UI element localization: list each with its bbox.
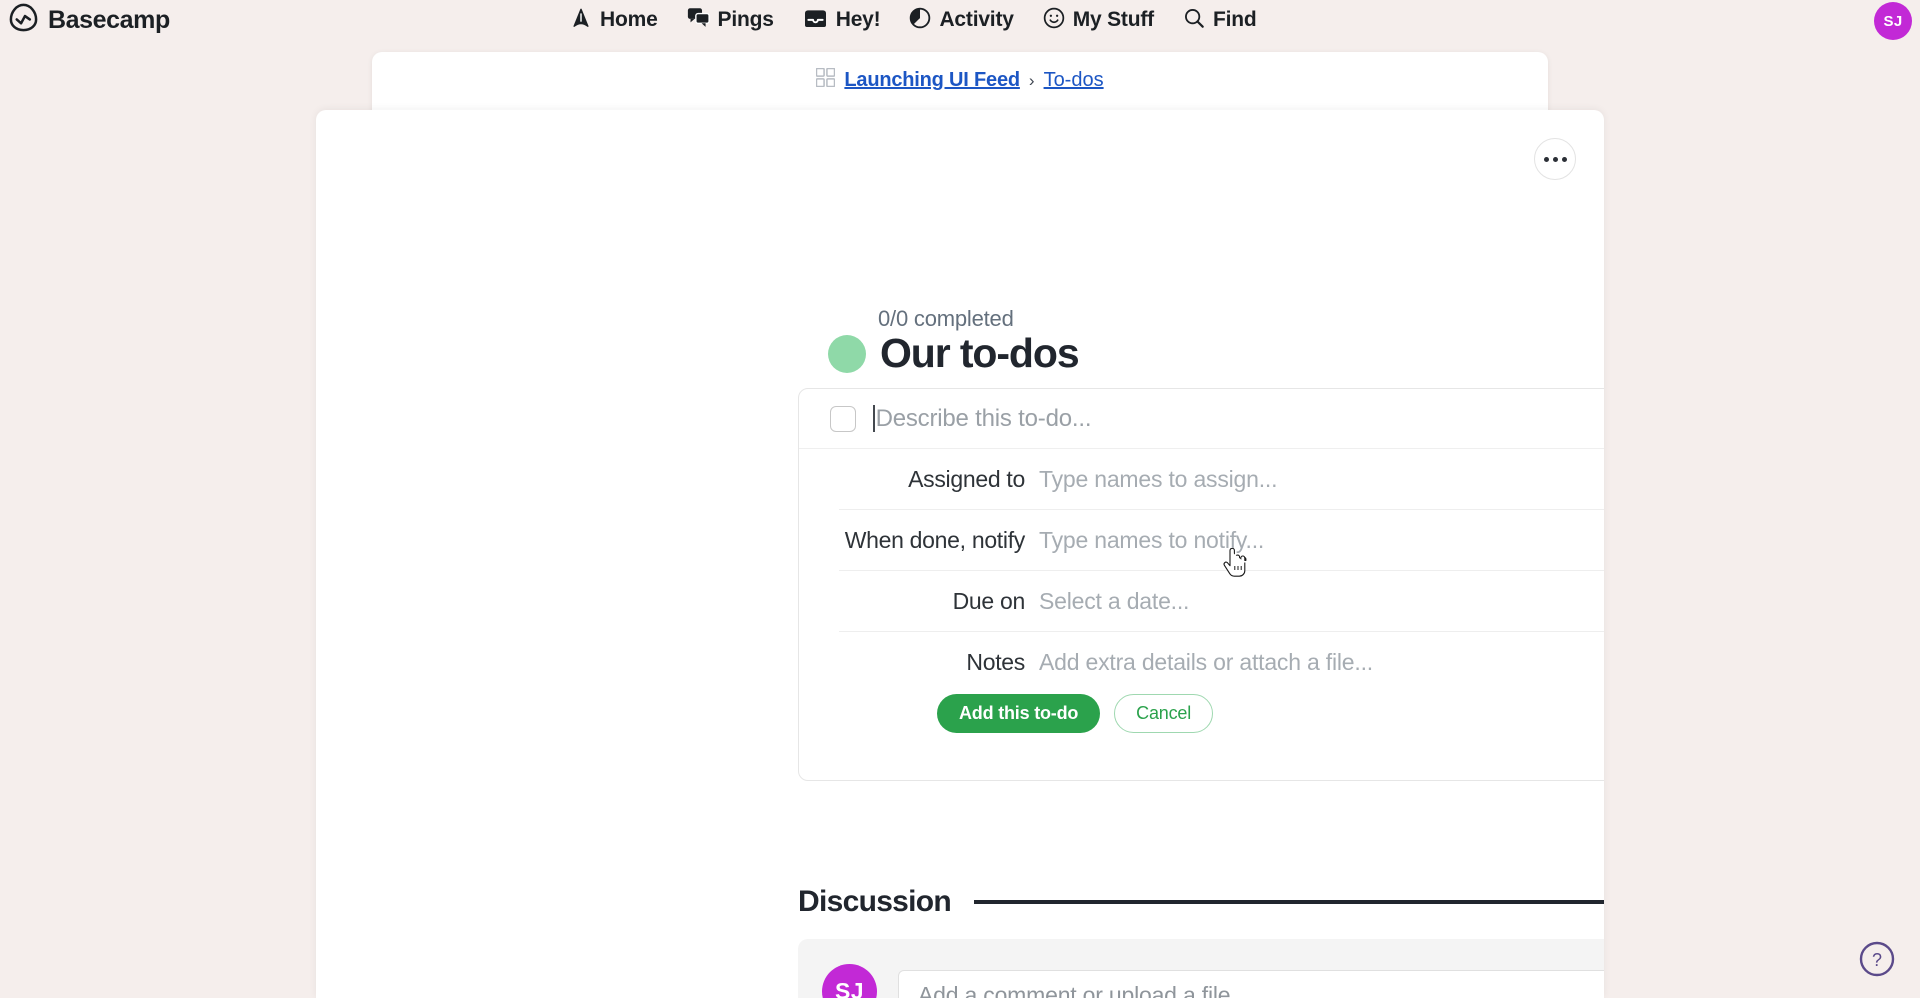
add-this-todo-button[interactable]: Add this to-do	[937, 694, 1101, 733]
todo-describe-row[interactable]: Describe this to-do...	[799, 389, 1604, 449]
nav-label-my-stuff: My Stuff	[1072, 8, 1154, 31]
smiley-face-icon	[1043, 7, 1065, 34]
todo-detail-card: 0/0 completed Our to-dos Describe this t…	[316, 110, 1604, 998]
nav-item-find[interactable]: Find	[1183, 0, 1257, 40]
todo-list-title-row: Our to-dos	[828, 330, 1080, 377]
list-color-dot	[828, 334, 866, 373]
comment-input[interactable]: Add a comment or upload a file...	[898, 970, 1604, 998]
comment-input-placeholder: Add a comment or upload a file...	[918, 982, 1249, 998]
cancel-button[interactable]: Cancel	[1114, 694, 1214, 733]
nav-label-find: Find	[1212, 8, 1257, 31]
breadcrumb: Launching UI Feed › To-dos	[372, 67, 1548, 93]
question-mark-circle-icon: ?	[1858, 941, 1896, 982]
nav-item-pings[interactable]: Pings	[687, 0, 774, 40]
form-actions: Add this to-do Cancel	[937, 694, 1214, 733]
breadcrumb-current-link[interactable]: To-dos	[1044, 69, 1104, 92]
help-button[interactable]: ?	[1858, 940, 1896, 978]
top-navigation-bar: Basecamp Home Pings Hey! Activity My Stu…	[0, 0, 1920, 40]
assigned-to-input[interactable]: Type names to assign...	[1039, 466, 1278, 493]
more-dot-3	[1561, 156, 1567, 162]
nav-label-home: Home	[600, 8, 658, 31]
field-label-due-on: Due on	[952, 587, 1026, 614]
todo-checkbox[interactable]	[830, 405, 856, 432]
discussion-header: Discussion	[798, 885, 1604, 919]
field-label-assigned-to: Assigned to	[908, 465, 1025, 492]
todo-describe-input-placeholder[interactable]: Describe this to-do...	[876, 405, 1092, 433]
nav-item-my-stuff[interactable]: My Stuff	[1043, 0, 1154, 40]
breadcrumb-project-link[interactable]: Launching UI Feed	[844, 69, 1020, 92]
more-options-button[interactable]	[1534, 138, 1576, 180]
comment-avatar-initials: SJ	[835, 978, 864, 998]
notify-input[interactable]: Type names to notify...	[1039, 527, 1264, 554]
breadcrumb-separator: ›	[1028, 70, 1035, 90]
user-avatar-initials: SJ	[1883, 12, 1903, 30]
activity-pie-icon	[909, 7, 931, 34]
inbox-tray-icon	[803, 7, 828, 33]
comment-composer: SJ Add a comment or upload a file...	[798, 939, 1604, 998]
notes-input[interactable]: Add extra details or attach a file...	[1039, 649, 1373, 676]
page-title: Our to-dos	[880, 330, 1080, 376]
basecamp-logo-icon	[8, 2, 39, 38]
primary-nav-items: Home Pings Hey! Activity My Stuff Find	[570, 0, 1257, 40]
nav-item-home[interactable]: Home	[570, 0, 658, 40]
pings-chat-icon	[687, 7, 710, 34]
discussion-title: Discussion	[798, 885, 952, 918]
text-caret	[873, 405, 875, 432]
brand-logo-link[interactable]: Basecamp	[8, 0, 170, 40]
field-label-notify: When done, notify	[844, 526, 1026, 553]
nav-label-hey: Hey!	[835, 8, 881, 31]
field-row-assigned-to: Assigned to Type names to assign...	[839, 449, 1604, 510]
grid-squares-icon	[816, 67, 836, 93]
home-icon	[570, 7, 592, 34]
due-on-input[interactable]: Select a date...	[1039, 588, 1189, 615]
more-dot-1	[1543, 156, 1549, 162]
nav-item-hey[interactable]: Hey!	[803, 0, 881, 40]
nav-item-activity[interactable]: Activity	[909, 0, 1014, 40]
nav-label-pings: Pings	[717, 8, 774, 31]
discussion-divider	[974, 900, 1604, 904]
search-icon	[1183, 7, 1205, 34]
user-avatar[interactable]: SJ	[1874, 2, 1912, 40]
field-row-notify: When done, notify Type names to notify..…	[839, 510, 1604, 571]
svg-text:?: ?	[1872, 950, 1882, 970]
comment-avatar: SJ	[822, 964, 877, 998]
more-dot-2	[1552, 156, 1558, 162]
field-row-due-on: Due on Select a date...	[839, 571, 1604, 632]
brand-name: Basecamp	[48, 5, 170, 34]
completed-count: 0/0 completed	[878, 306, 1014, 331]
nav-label-activity: Activity	[939, 8, 1014, 31]
new-todo-form: Describe this to-do... Assigned to Type …	[798, 388, 1604, 781]
field-row-notes: Notes Add extra details or attach a file…	[839, 632, 1604, 693]
field-label-notes: Notes	[966, 649, 1025, 675]
